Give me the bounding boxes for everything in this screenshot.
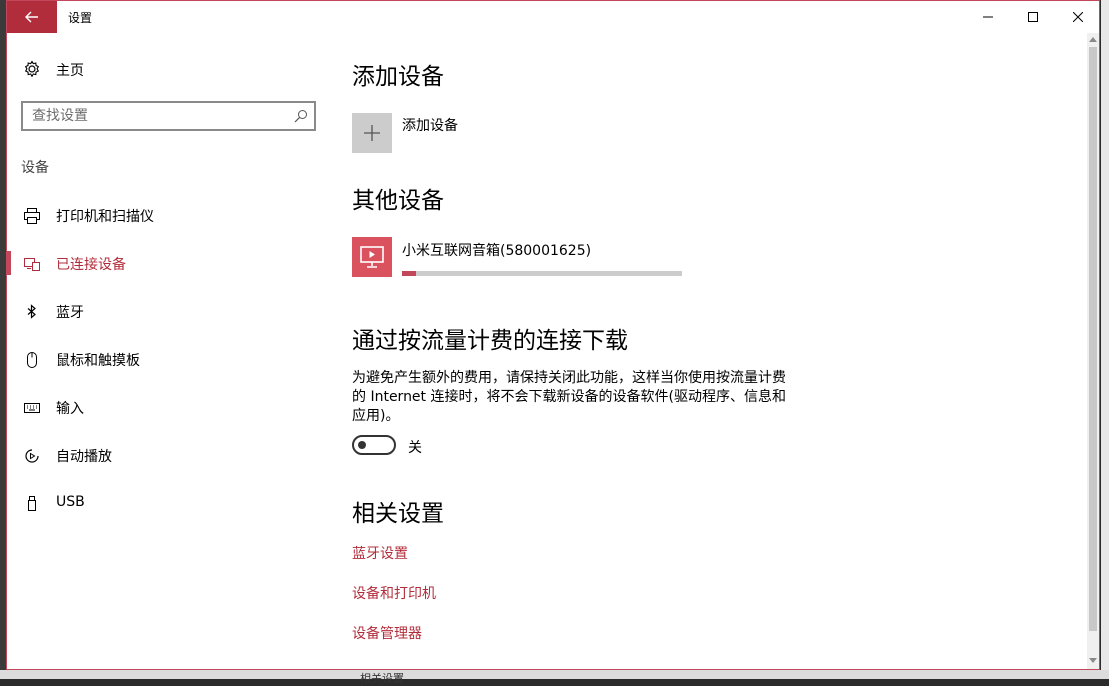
close-icon <box>1073 12 1083 22</box>
sidebar-item-label: 蓝牙 <box>56 305 84 321</box>
sidebar-item-mouse[interactable]: 鼠标和触摸板 <box>7 341 327 377</box>
search-icon[interactable] <box>294 109 308 123</box>
mouse-icon <box>27 352 37 368</box>
sidebar-item-label: USB <box>56 494 85 510</box>
background-window-edge <box>0 670 1109 679</box>
sidebar-item-bluetooth[interactable]: 蓝牙 <box>7 293 327 329</box>
section-heading: 设备 <box>21 160 49 176</box>
add-device-tile[interactable] <box>352 113 392 153</box>
keyboard-icon <box>24 403 40 413</box>
main-content: 添加设备 添加设备 其他设备 小米互联网音箱(580001625) 通过按流量计… <box>352 33 1072 669</box>
scroll-up-button[interactable] <box>1087 33 1099 45</box>
device-name[interactable]: 小米互联网音箱(580001625) <box>402 240 591 260</box>
back-arrow-icon <box>25 11 38 23</box>
sidebar-item-autoplay[interactable]: 自动播放 <box>7 437 327 473</box>
metered-description: 为避免产生额外的费用，请保持关闭此功能，这样当你使用按流量计费的 Interne… <box>352 370 786 424</box>
printer-icon <box>24 208 40 224</box>
add-device-button[interactable]: 添加设备 <box>402 115 458 135</box>
add-device-heading: 添加设备 <box>352 64 444 90</box>
sidebar-item-usb[interactable]: USB <box>7 485 327 521</box>
device-progress-fill <box>402 271 416 276</box>
sidebar-item-label: 自动播放 <box>56 449 112 465</box>
toggle-knob <box>358 441 366 449</box>
related-settings-heading: 相关设置 <box>352 501 444 527</box>
sidebar-item-label: 主页 <box>56 63 84 79</box>
sidebar-item-label: 鼠标和触摸板 <box>56 353 140 369</box>
sidebar-item-label: 已连接设备 <box>56 257 126 273</box>
search-box <box>21 101 316 131</box>
gear-icon <box>24 60 40 78</box>
title-bar: 设置 <box>7 1 1099 33</box>
usb-icon <box>28 496 36 511</box>
device-progress-bar <box>402 271 682 276</box>
window-title: 设置 <box>68 11 93 25</box>
maximize-button[interactable] <box>1010 1 1056 33</box>
maximize-icon <box>1028 12 1038 22</box>
background-window-text: 相关设置 <box>360 672 404 685</box>
device-tile[interactable] <box>352 237 392 277</box>
metered-heading: 通过按流量计费的连接下载 <box>352 328 628 354</box>
sidebar-item-label: 输入 <box>56 401 84 417</box>
plus-icon <box>364 125 380 141</box>
desktop-background-right <box>1101 0 1109 679</box>
sidebar: 主页 设备 打印机和扫描仪 已连接设备 <box>7 33 337 669</box>
link-devices-and-printers[interactable]: 设备和打印机 <box>352 583 436 603</box>
sidebar-item-home[interactable]: 主页 <box>7 55 327 83</box>
sidebar-item-printers[interactable]: 打印机和扫描仪 <box>7 197 327 233</box>
bluetooth-icon <box>27 304 36 319</box>
minimize-button[interactable] <box>965 1 1011 33</box>
autoplay-icon <box>25 449 39 463</box>
active-indicator <box>7 251 11 275</box>
other-devices-heading: 其他设备 <box>352 188 444 214</box>
toggle-state-label: 关 <box>408 440 422 456</box>
connected-devices-icon <box>24 258 40 271</box>
sidebar-item-connected-devices[interactable]: 已连接设备 <box>7 245 327 281</box>
metered-download-toggle[interactable] <box>352 435 396 455</box>
close-button[interactable] <box>1055 1 1099 33</box>
scroll-down-button[interactable] <box>1087 655 1099 667</box>
link-bluetooth-settings[interactable]: 蓝牙设置 <box>352 543 408 563</box>
minimize-icon <box>983 16 993 18</box>
link-device-manager[interactable]: 设备管理器 <box>352 623 422 643</box>
back-button[interactable] <box>7 1 57 33</box>
sidebar-item-label: 打印机和扫描仪 <box>56 209 154 225</box>
scroll-thumb[interactable] <box>1089 47 1097 631</box>
vertical-scrollbar[interactable] <box>1087 33 1099 669</box>
scroll-up-arrow-icon <box>1089 37 1097 42</box>
search-input[interactable] <box>23 103 292 129</box>
scroll-down-arrow-icon <box>1089 658 1097 663</box>
sidebar-item-typing[interactable]: 输入 <box>7 389 327 425</box>
settings-window: 设置 主页 设备 <box>6 0 1100 670</box>
display-device-icon <box>360 246 384 268</box>
